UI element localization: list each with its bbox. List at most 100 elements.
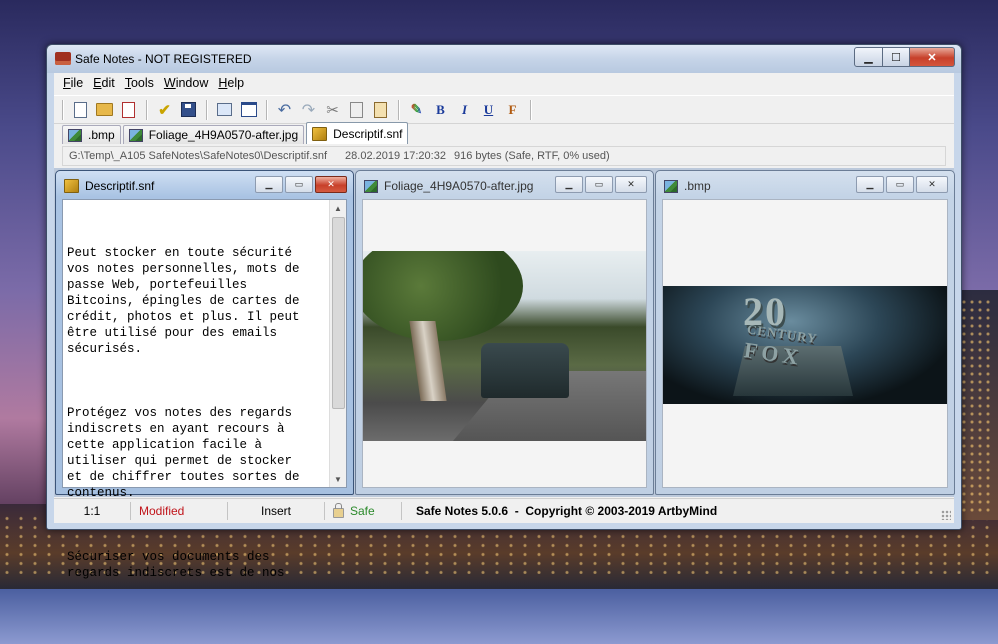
mdi-area: Descriptif.snf ▁ ▭ ✕ Peut stocker en tou… [54, 168, 955, 580]
vertical-scrollbar[interactable]: ▲ ▼ [329, 200, 346, 487]
redo-button[interactable]: ↷ [297, 99, 320, 121]
open-button[interactable] [93, 99, 116, 121]
toolbar-grip [62, 99, 64, 120]
menu-bar: File Edit Tools Window Help [54, 73, 954, 94]
color-button[interactable]: ✎ [405, 99, 428, 121]
child-title: .bmp [664, 179, 711, 193]
toolbar-separator [530, 99, 532, 120]
tab-label: Descriptif.snf [333, 126, 403, 141]
image-icon [364, 179, 378, 193]
child-minimize-button[interactable]: ▁ [856, 176, 884, 193]
insert-mode-indicator: Insert [228, 502, 325, 520]
photo-car [481, 343, 569, 398]
spellcheck-button[interactable]: ✔ [153, 99, 176, 121]
minimize-button[interactable]: ▁ [854, 47, 883, 67]
note-icon [312, 126, 328, 141]
scroll-down-arrow-icon[interactable]: ▼ [330, 471, 346, 487]
font-icon: F [508, 101, 517, 117]
menu-edit[interactable]: Edit [88, 73, 120, 94]
child-restore-button[interactable]: ▭ [585, 176, 613, 193]
new-note-button[interactable] [69, 99, 92, 121]
foliage-image-window[interactable]: Foliage_4H9A0570-after.jpg ▁ ▭ ✕ [355, 170, 654, 495]
file-path: G:\Temp\_A105 SafeNotes\SafeNotes0\Descr… [69, 150, 328, 162]
paste-button[interactable] [369, 99, 392, 121]
window-icon [240, 102, 257, 117]
app-icon[interactable] [55, 52, 71, 65]
child-close-button[interactable]: ✕ [615, 176, 647, 193]
underline-button[interactable]: U [477, 99, 500, 121]
copy-button[interactable] [345, 99, 368, 121]
new-window-icon [217, 103, 232, 116]
bold-icon: B [436, 101, 445, 117]
main-window: Safe Notes - NOT REGISTERED ▁ ☐ ✕ File E… [46, 44, 962, 580]
child-controls: ▁ ▭ ✕ [553, 176, 647, 193]
italic-button[interactable]: I [453, 99, 476, 121]
spellcheck-icon: ✔ [158, 101, 171, 119]
tab-foliage[interactable]: Foliage_4H9A0570-after.jpg [122, 125, 305, 144]
maximize-button[interactable]: ☐ [883, 47, 910, 67]
child-minimize-button[interactable]: ▁ [255, 176, 283, 193]
window-controls: ▁ ☐ ✕ [854, 47, 955, 67]
fox-logo-image: 20 CENTURY FOX [663, 286, 947, 404]
undo-icon: ↶ [277, 101, 292, 119]
file-date: 28.02.2019 17:20:32 [345, 150, 446, 162]
image-viewer [362, 199, 647, 488]
title-bar[interactable]: Safe Notes - NOT REGISTERED ▁ ☐ ✕ [47, 45, 961, 73]
underline-icon: U [483, 101, 494, 117]
cut-icon: ✂ [326, 101, 339, 119]
save-button[interactable] [177, 99, 200, 121]
status-bar: 1:1 Modified Insert Safe Safe Notes 5.0.… [54, 498, 954, 523]
modified-indicator: Modified [131, 502, 228, 520]
close-note-icon [122, 101, 135, 118]
menu-file[interactable]: File [58, 73, 88, 94]
open-icon [96, 103, 113, 116]
close-button[interactable]: ✕ [910, 47, 955, 67]
note-window[interactable]: Descriptif.snf ▁ ▭ ✕ Peut stocker en tou… [55, 170, 354, 580]
color-icon: ✎ [410, 101, 423, 117]
font-button[interactable]: F [501, 99, 524, 121]
note-text[interactable]: Peut stocker en toute sécurité vos notes… [67, 213, 326, 629]
window-title: Safe Notes - NOT REGISTERED [75, 52, 252, 66]
new-window-button[interactable] [213, 99, 236, 121]
child-close-button[interactable]: ✕ [315, 176, 347, 193]
child-title: Foliage_4H9A0570-after.jpg [364, 179, 533, 193]
child-close-button[interactable]: ✕ [916, 176, 948, 193]
child-restore-button[interactable]: ▭ [886, 176, 914, 193]
redo-icon: ↷ [301, 101, 316, 119]
menu-window[interactable]: Window [159, 73, 213, 94]
note-editor[interactable]: Peut stocker en toute sécurité vos notes… [62, 199, 347, 580]
image-viewer: 20 CENTURY FOX [662, 199, 948, 488]
child-controls: ▁ ▭ ✕ [253, 176, 347, 193]
scroll-thumb[interactable] [332, 217, 345, 409]
file-info: 916 bytes (Safe, RTF, 0% used) [453, 150, 610, 162]
save-icon [181, 102, 196, 117]
copy-icon [350, 101, 363, 118]
new-note-icon [74, 101, 87, 118]
safe-indicator: Safe [325, 502, 402, 520]
file-info-bar: G:\Temp\_A105 SafeNotes\SafeNotes0\Descr… [62, 146, 946, 166]
image-icon [128, 128, 143, 142]
resize-grip[interactable] [941, 510, 951, 520]
window-button[interactable] [237, 99, 260, 121]
cut-button[interactable]: ✂ [321, 99, 344, 121]
bold-button[interactable]: B [429, 99, 452, 121]
photo-tree [363, 251, 523, 341]
menu-help[interactable]: Help [213, 73, 249, 94]
scroll-up-arrow-icon[interactable]: ▲ [330, 200, 346, 216]
paste-icon [374, 101, 387, 118]
tab-label: .bmp [88, 128, 115, 142]
italic-icon: I [461, 101, 468, 117]
undo-button[interactable]: ↶ [273, 99, 296, 121]
bmp-image-window[interactable]: .bmp ▁ ▭ ✕ 20 CENTURY FOX [655, 170, 955, 495]
child-controls: ▁ ▭ ✕ [854, 176, 948, 193]
tab-bmp[interactable]: .bmp [62, 125, 121, 144]
child-minimize-button[interactable]: ▁ [555, 176, 583, 193]
toolbar-separator [146, 99, 148, 120]
note-icon [64, 179, 79, 193]
tab-descriptif[interactable]: Descriptif.snf [306, 122, 409, 144]
close-note-button[interactable] [117, 99, 140, 121]
image-icon [664, 179, 678, 193]
foliage-photo [363, 251, 646, 441]
child-restore-button[interactable]: ▭ [285, 176, 313, 193]
menu-tools[interactable]: Tools [120, 73, 159, 94]
